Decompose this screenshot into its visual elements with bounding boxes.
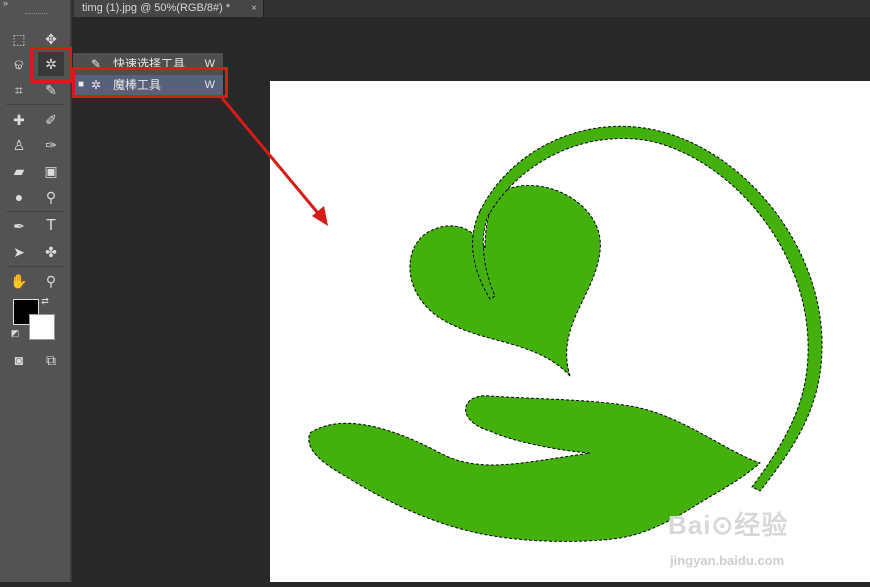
lasso-icon[interactable]: ଢ: [6, 52, 32, 76]
document-tab-bar: timg (1).jpg @ 50%(RGB/8#) * ×: [72, 0, 870, 17]
dodge-icon[interactable]: ⚲: [38, 185, 64, 209]
tools-panel: » ⬚ ✥ ଢ ✲ ⌗ ✎ ✚ ✐ ♙ ✑ ▰ ▣ ● ⚲ ✒ T ➤ ✤ ✋ …: [0, 0, 72, 582]
brush-icon[interactable]: ✐: [38, 108, 64, 132]
quick-mask-icon[interactable]: ◙: [6, 348, 32, 372]
spot-healing-icon[interactable]: ✚: [6, 108, 32, 132]
eraser-icon[interactable]: ▰: [6, 159, 32, 183]
baidu-watermark: Bai⊙经验 jingyan.baidu.com: [668, 505, 868, 577]
background-color-swatch[interactable]: [29, 314, 55, 340]
magic-wand-highlight-box: [30, 47, 72, 83]
screen-mode-icon[interactable]: ⧉: [38, 348, 64, 372]
type-icon[interactable]: T: [38, 214, 64, 238]
document-tab-title: timg (1).jpg @ 50%(RGB/8#) *: [82, 2, 231, 14]
magic-wand-menu-highlight-box: [72, 67, 228, 98]
toolbar-divider: [6, 104, 64, 105]
custom-shape-icon[interactable]: ✤: [38, 240, 64, 264]
rectangular-marquee-icon[interactable]: ⬚: [6, 27, 32, 51]
panel-grip[interactable]: [25, 13, 47, 16]
path-selection-icon[interactable]: ➤: [6, 240, 32, 264]
collapse-panel-icon[interactable]: »: [3, 0, 8, 8]
close-icon[interactable]: ×: [251, 0, 257, 17]
history-brush-icon[interactable]: ✑: [38, 133, 64, 157]
watermark-brand: Bai⊙经验: [668, 510, 789, 540]
gradient-icon[interactable]: ▣: [38, 159, 64, 183]
hand-icon[interactable]: ✋: [6, 269, 32, 293]
blur-icon[interactable]: ●: [6, 185, 32, 209]
zoom-icon[interactable]: ⚲: [38, 269, 64, 293]
watermark-url: jingyan.baidu.com: [670, 553, 785, 568]
heart-shape: [409, 184, 601, 377]
toolbar-divider: [6, 266, 64, 267]
pen-icon[interactable]: ✒: [6, 214, 32, 238]
clone-stamp-icon[interactable]: ♙: [6, 133, 32, 157]
document-tab[interactable]: timg (1).jpg @ 50%(RGB/8#) * ×: [74, 0, 264, 17]
crop-icon[interactable]: ⌗: [6, 78, 32, 102]
toolbar-divider: [6, 211, 64, 212]
swap-colors-icon[interactable]: ⇄: [38, 294, 52, 308]
default-colors-icon[interactable]: ◩: [8, 326, 22, 340]
